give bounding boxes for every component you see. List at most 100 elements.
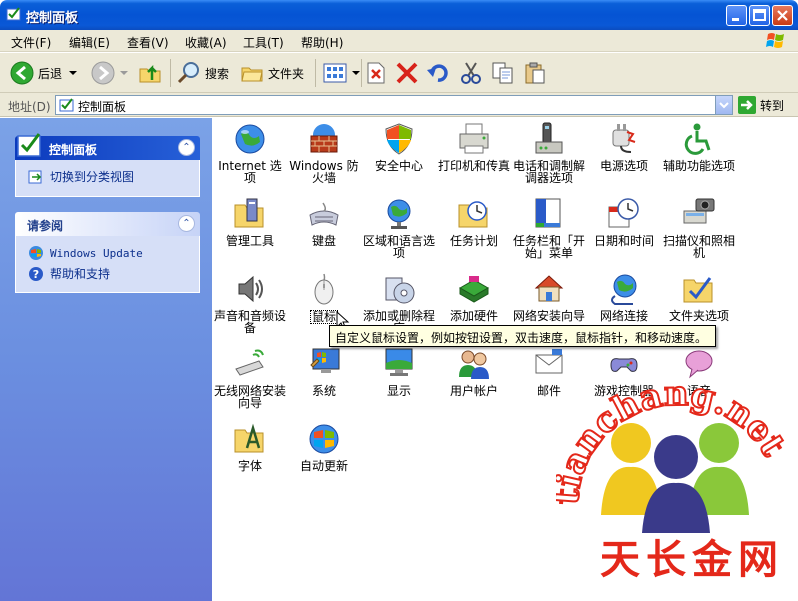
address-dropdown-button[interactable] — [715, 96, 732, 114]
move-to-button[interactable] — [365, 59, 387, 87]
collapse-up-icon[interactable]: ⌃ — [178, 215, 195, 232]
undo-icon — [427, 64, 448, 82]
go-button[interactable]: 转到 — [738, 96, 784, 114]
item-add-hardware[interactable]: 添加硬件 — [438, 272, 510, 322]
item-network-setup-wizard[interactable]: 网络安装向导 — [513, 272, 585, 322]
control-panel-header[interactable]: 控制面板 ⌃ — [15, 133, 200, 160]
menu-tools[interactable]: 工具(T) — [243, 34, 284, 51]
toolbar: 后退 搜索 文件夹 — [0, 53, 798, 93]
folders-icon — [241, 67, 263, 82]
firewall-icon — [310, 124, 338, 153]
item-internet-options[interactable]: Internet 选项 — [214, 122, 286, 184]
item-scheduled-tasks[interactable]: 任务计划 — [438, 197, 510, 247]
item-automatic-updates[interactable]: 自动更新 — [288, 422, 360, 472]
search-icon — [177, 62, 199, 84]
item-scanners-cameras[interactable]: 扫描仪和照相机 — [663, 197, 735, 259]
control-panel-icon — [6, 7, 21, 21]
switch-category-view-link[interactable]: 切换到分类视图 — [28, 168, 134, 185]
power-plug-icon — [612, 124, 636, 153]
item-printers-faxes[interactable]: 打印机和传真 — [438, 122, 510, 172]
item-regional-language[interactable]: 区域和语言选项 — [363, 197, 435, 259]
item-windows-firewall[interactable]: Windows 防火墙 — [288, 122, 360, 184]
item-keyboard[interactable]: 键盘 — [288, 197, 360, 247]
folder-check-icon — [683, 277, 713, 303]
taskbar-icon — [535, 198, 561, 228]
clock-calendar-icon — [608, 198, 639, 228]
dropdown-arrow-icon[interactable] — [119, 68, 129, 78]
collapse-up-icon[interactable]: ⌃ — [178, 139, 195, 156]
item-power-options[interactable]: 电源选项 — [588, 122, 660, 172]
see-also-section: Windows Update ? 帮助和支持 — [15, 236, 200, 293]
views-icon — [323, 63, 347, 83]
scanner-camera-icon — [683, 198, 715, 224]
menu-edit[interactable]: 编辑(E) — [69, 34, 110, 51]
views-button[interactable] — [323, 59, 361, 87]
item-date-time[interactable]: 日期和时间 — [588, 197, 660, 247]
go-arrow-icon — [738, 96, 756, 114]
minimize-button[interactable] — [726, 5, 747, 26]
item-folder-options[interactable]: 文件夹选项 — [663, 272, 735, 322]
item-label: 显示 — [386, 384, 411, 398]
item-phone-modem-options[interactable]: 电话和调制解调器选项 — [513, 122, 585, 184]
network-globe-icon — [611, 274, 637, 305]
item-sounds-audio[interactable]: 声音和音频设备 — [214, 272, 286, 334]
paste-button[interactable] — [523, 59, 547, 87]
cut-button[interactable] — [459, 59, 483, 87]
item-network-connections[interactable]: 网络连接 — [588, 272, 660, 322]
item-system[interactable]: 系统 — [288, 347, 360, 397]
item-display[interactable]: 显示 — [363, 347, 435, 397]
item-label: 鼠标 — [309, 310, 338, 324]
dropdown-arrow-icon[interactable] — [68, 68, 78, 78]
paste-clipboard-icon — [525, 62, 545, 84]
folders-label: 文件夹 — [268, 66, 305, 81]
control-panel-icon — [59, 98, 74, 112]
see-also-title: 请参阅 — [27, 219, 64, 233]
close-button[interactable] — [772, 5, 793, 26]
item-label: 键盘 — [311, 234, 336, 248]
address-value: 控制面板 — [78, 100, 127, 114]
maximize-button[interactable] — [749, 5, 770, 26]
copy-button[interactable] — [491, 59, 515, 87]
menu-favorites[interactable]: 收藏(A) — [185, 34, 227, 51]
copy-icon — [492, 62, 513, 84]
minimize-icon — [732, 18, 739, 21]
forward-button[interactable] — [91, 59, 129, 87]
up-folder-button[interactable] — [138, 59, 164, 87]
dropdown-arrow-icon[interactable] — [351, 68, 361, 78]
help-support-link[interactable]: ? 帮助和支持 — [28, 265, 110, 282]
undo-button[interactable] — [426, 59, 450, 87]
menu-file[interactable]: 文件(F) — [11, 34, 51, 51]
back-button[interactable]: 后退 — [10, 59, 78, 87]
globe-stand-icon — [387, 199, 411, 229]
house-network-icon — [534, 275, 564, 302]
add-remove-programs-icon — [385, 277, 415, 304]
menu-help[interactable]: 帮助(H) — [301, 34, 343, 51]
search-button[interactable]: 搜索 — [177, 59, 229, 87]
address-input[interactable]: 控制面板 — [55, 95, 733, 115]
delete-button[interactable] — [395, 59, 419, 87]
item-label: 区域和语言选项 — [363, 234, 436, 260]
windows-logo-icon — [766, 33, 784, 48]
windows-update-link[interactable]: Windows Update — [28, 245, 143, 261]
item-administrative-tools[interactable]: 管理工具 — [214, 197, 286, 247]
folders-button[interactable]: 文件夹 — [240, 59, 304, 87]
see-also-header[interactable]: 请参阅 ⌃ — [15, 212, 200, 236]
windows-update-icon — [29, 246, 43, 260]
scissors-icon — [461, 62, 481, 84]
item-taskbar-start-menu[interactable]: 任务栏和「开始」菜单 — [513, 197, 585, 259]
title-bar[interactable]: 控制面板 — [0, 0, 798, 30]
display-monitor-icon — [385, 348, 413, 376]
help-icon: ? — [29, 266, 43, 281]
system-monitor-icon — [310, 348, 340, 373]
item-accessibility-options[interactable]: 辅助功能选项 — [663, 122, 735, 172]
item-fonts[interactable]: 字体 — [214, 422, 286, 472]
item-wireless-network-wizard[interactable]: 无线网络安装向导 — [214, 347, 286, 409]
item-user-accounts[interactable]: 用户帐户 — [438, 347, 510, 397]
item-label: 文件夹选项 — [668, 309, 729, 323]
move-to-icon — [367, 62, 385, 84]
item-label: 电话和调制解调器选项 — [513, 159, 586, 185]
item-security-center[interactable]: 安全中心 — [363, 122, 435, 172]
phone-modem-icon — [535, 122, 563, 154]
item-label: 字体 — [237, 459, 262, 473]
menu-view[interactable]: 查看(V) — [127, 34, 169, 51]
